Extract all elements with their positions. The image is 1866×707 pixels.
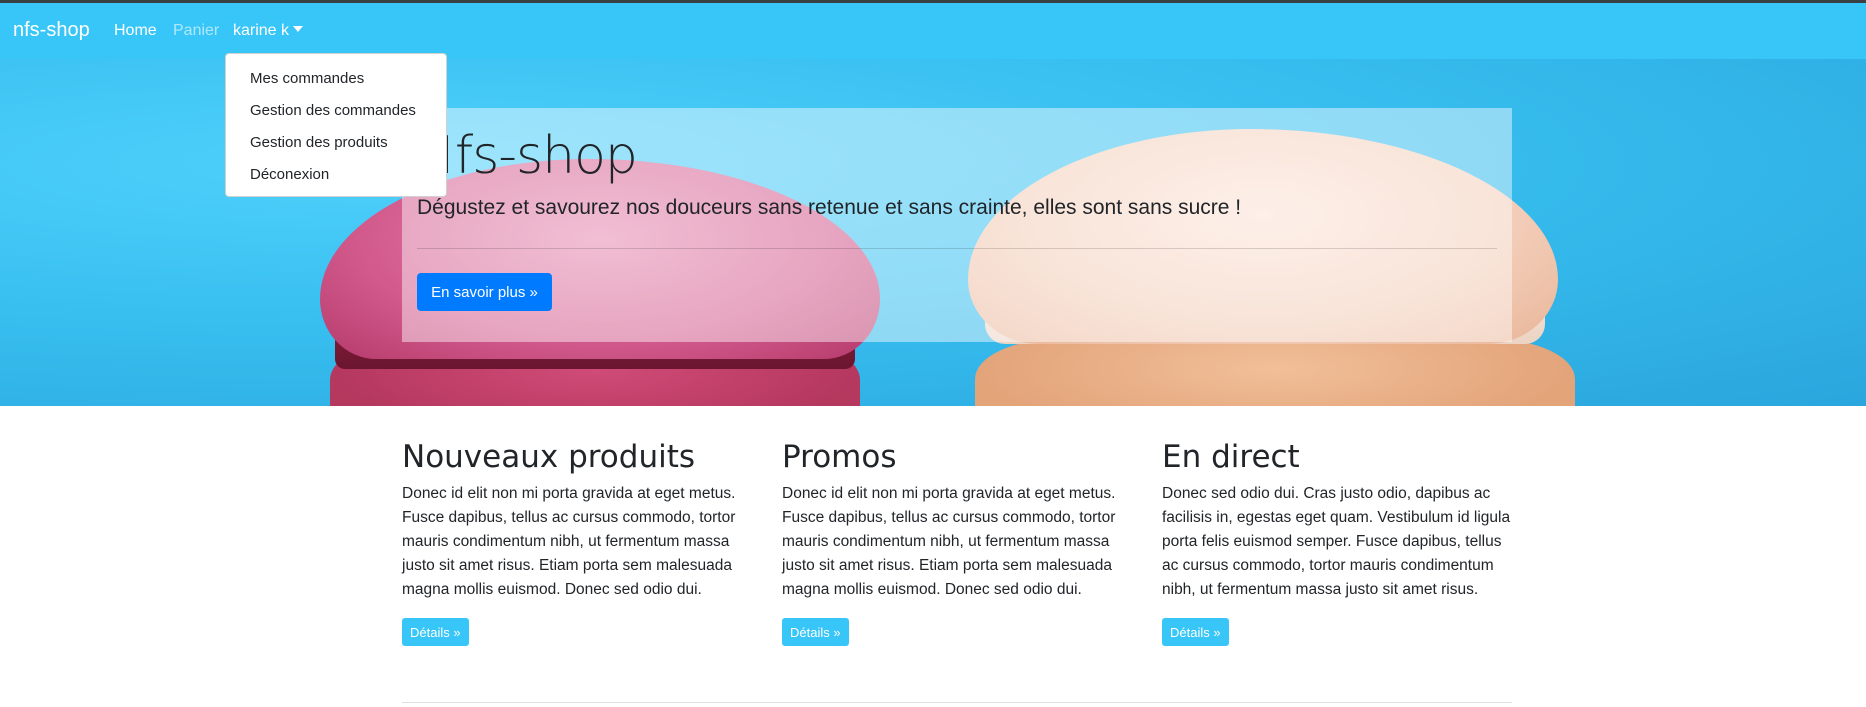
cream-macaron-bottom-image — [975, 339, 1575, 406]
brand-link[interactable]: nfs-shop — [13, 19, 90, 42]
user-menu-toggle[interactable]: karine k — [233, 22, 304, 40]
column-text: Donec id elit non mi porta gravida at eg… — [402, 485, 736, 598]
column-text: Donec id elit non mi porta gravida at eg… — [782, 485, 1116, 598]
hero-title: Nfs-shop — [417, 126, 638, 186]
details-button[interactable]: Détails » — [1162, 618, 1229, 646]
column-heading: Nouveaux produits — [402, 439, 696, 475]
details-button[interactable]: Détails » — [782, 618, 849, 646]
details-button[interactable]: Détails » — [402, 618, 469, 646]
learn-more-button[interactable]: En savoir plus » — [417, 273, 552, 311]
column-nouveaux-produits: Nouveaux produits Donec id elit non mi p… — [402, 438, 757, 646]
navbar: nfs-shop Home Panier karine k — [0, 3, 1866, 59]
dropdown-item-mes-commandes[interactable]: Mes commandes — [250, 70, 364, 87]
hero-lead-text: Dégustez et savourez nos douceurs sans r… — [417, 196, 1242, 219]
user-dropdown-menu: Mes commandes Gestion des commandes Gest… — [225, 53, 447, 197]
nav-home-link[interactable]: Home — [114, 22, 157, 40]
dropdown-item-gestion-commandes[interactable]: Gestion des commandes — [250, 102, 416, 119]
user-menu-label: karine k — [233, 22, 290, 39]
caret-down-icon — [293, 26, 304, 32]
dropdown-item-deconnexion[interactable]: Déconexion — [250, 166, 329, 183]
column-en-direct: En direct Donec sed odio dui. Cras justo… — [1162, 438, 1517, 646]
content-divider — [402, 702, 1512, 703]
column-heading: En direct — [1162, 439, 1300, 475]
column-heading: Promos — [782, 439, 897, 475]
nav-panier-link[interactable]: Panier — [173, 22, 219, 40]
hero-divider — [417, 248, 1497, 249]
column-promos: Promos Donec id elit non mi porta gravid… — [782, 438, 1137, 646]
dropdown-item-gestion-produits[interactable]: Gestion des produits — [250, 134, 388, 151]
column-text: Donec sed odio dui. Cras justo odio, dap… — [1162, 485, 1511, 598]
